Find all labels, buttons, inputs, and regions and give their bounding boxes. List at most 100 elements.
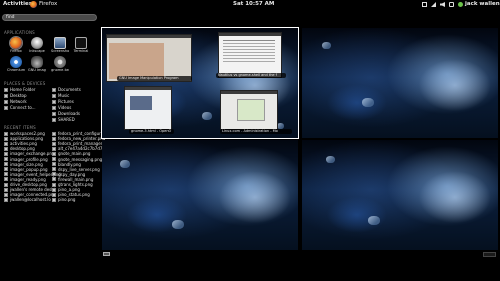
place-item[interactable]: Home Folder bbox=[4, 87, 35, 92]
file-icon bbox=[52, 157, 56, 161]
place-label: Documents bbox=[58, 87, 81, 92]
recent-item[interactable]: jwallen@localhost.lo bbox=[4, 197, 51, 202]
app-terminal[interactable]: Terminal bbox=[72, 37, 90, 53]
settings-icon bbox=[54, 56, 66, 68]
app-firefox[interactable]: Firefox bbox=[7, 36, 25, 53]
window-linux-com[interactable] bbox=[220, 90, 278, 130]
app-inkscape[interactable]: Inkscape bbox=[28, 37, 46, 53]
folder-icon bbox=[52, 117, 56, 122]
folder-icon bbox=[52, 99, 56, 104]
window-titlebar bbox=[221, 91, 277, 94]
app-menu-label[interactable]: Firefox bbox=[39, 1, 57, 8]
window-gimp[interactable] bbox=[106, 34, 192, 82]
app-screenshot[interactable]: Screenshot bbox=[51, 37, 69, 53]
file-icon bbox=[4, 162, 8, 167]
file-icon bbox=[4, 182, 8, 187]
workspace-1[interactable]: GNU Image Manipulation Program Nautilus … bbox=[101, 27, 299, 139]
user-status-icon bbox=[458, 2, 463, 7]
desktop-icon bbox=[4, 93, 8, 98]
window-caption: Linux.com - Administration - Mo bbox=[220, 129, 292, 134]
place-item[interactable]: Connect to... bbox=[4, 105, 36, 110]
app-gnome-tweak[interactable]: gnome-tw bbox=[51, 56, 69, 72]
file-icon bbox=[4, 177, 8, 182]
workspace-4[interactable] bbox=[302, 140, 498, 250]
wallpaper-rock bbox=[322, 42, 331, 49]
volume-icon[interactable] bbox=[440, 2, 445, 7]
app-label: Screenshot bbox=[51, 49, 69, 53]
chromium-icon bbox=[10, 56, 22, 68]
clock[interactable]: Sat 10:57 AM bbox=[233, 1, 274, 8]
place-item[interactable]: Pictures bbox=[52, 99, 74, 104]
folder-icon bbox=[52, 105, 56, 110]
place-label: SHARED bbox=[58, 117, 75, 122]
place-item[interactable]: Network bbox=[4, 99, 27, 104]
workspace-2[interactable] bbox=[302, 28, 498, 138]
app-label: Terminal bbox=[73, 49, 89, 53]
search-input[interactable]: find bbox=[2, 14, 97, 21]
app-gimp[interactable]: GNU Image bbox=[28, 56, 46, 72]
activities-button[interactable]: Activities bbox=[3, 1, 32, 8]
file-icon bbox=[52, 192, 56, 197]
app-label: Firefox bbox=[10, 49, 22, 53]
file-icon bbox=[52, 162, 56, 167]
window-openoffice[interactable] bbox=[124, 86, 172, 130]
file-icon bbox=[4, 157, 8, 161]
file-icon bbox=[52, 177, 56, 182]
file-icon bbox=[52, 136, 56, 141]
wallpaper-rock bbox=[326, 156, 335, 163]
place-item[interactable]: Desktop bbox=[4, 93, 27, 98]
network-folder-icon bbox=[4, 99, 8, 104]
gimp-icon bbox=[31, 56, 43, 68]
page-content bbox=[237, 99, 265, 121]
file-icon bbox=[4, 172, 8, 177]
workspace-toggle-button[interactable] bbox=[103, 252, 110, 256]
place-label: Network bbox=[10, 99, 27, 104]
wallpaper-rock bbox=[368, 216, 380, 225]
home-folder-icon bbox=[4, 87, 8, 92]
place-item[interactable]: Music bbox=[52, 93, 69, 98]
screenshot-icon bbox=[54, 37, 66, 49]
wallpaper-rock bbox=[202, 112, 212, 120]
network-icon[interactable] bbox=[431, 2, 436, 7]
window-titlebar bbox=[107, 35, 191, 38]
user-menu[interactable]: jack wallen bbox=[465, 1, 500, 8]
window-nautilus-article[interactable] bbox=[218, 32, 282, 78]
place-item[interactable]: Videos bbox=[52, 105, 71, 110]
recent-item-label: jwallen@localhost.lo bbox=[10, 197, 51, 203]
wallpaper-rock bbox=[120, 160, 130, 168]
places-heading: PLACES & DEVICES bbox=[4, 81, 46, 86]
workspace-corner-indicator bbox=[483, 252, 496, 257]
app-chromium[interactable]: Chromium bbox=[7, 56, 25, 72]
file-icon bbox=[52, 197, 56, 202]
recent-item[interactable]: pino.png bbox=[52, 197, 75, 202]
accessibility-icon[interactable] bbox=[422, 2, 427, 7]
window-titlebar bbox=[125, 87, 171, 90]
window-titlebar bbox=[219, 33, 281, 36]
place-label: Desktop bbox=[10, 93, 27, 98]
image-canvas bbox=[109, 43, 164, 79]
place-item[interactable]: Downloads bbox=[52, 111, 80, 116]
wallpaper-rock bbox=[362, 98, 374, 107]
battery-icon[interactable] bbox=[449, 2, 454, 7]
workspace-3[interactable] bbox=[102, 140, 298, 250]
folder-icon bbox=[52, 111, 56, 116]
window-caption: Nautilus vs gnome-shell and the f bbox=[216, 73, 286, 78]
folder-icon bbox=[52, 93, 56, 98]
file-icon bbox=[52, 151, 56, 156]
file-icon bbox=[4, 197, 8, 202]
firefox-icon[interactable] bbox=[30, 1, 37, 8]
place-label: Music bbox=[58, 93, 70, 98]
file-icon bbox=[4, 151, 8, 156]
place-item[interactable]: Documents bbox=[52, 87, 81, 92]
file-icon bbox=[4, 141, 8, 146]
recent-heading: RECENT ITEMS bbox=[4, 125, 36, 130]
terminal-icon bbox=[75, 37, 87, 49]
file-icon bbox=[52, 146, 56, 151]
top-bar: Activities Firefox Sat 10:57 AM jack wal… bbox=[0, 0, 500, 9]
app-label: GNU Image bbox=[28, 68, 46, 72]
wallpaper-rock bbox=[172, 220, 184, 229]
recent-item-label: pino.png bbox=[58, 197, 76, 203]
file-icon bbox=[4, 131, 8, 136]
place-item[interactable]: SHARED bbox=[52, 117, 75, 122]
file-icon bbox=[52, 187, 56, 192]
